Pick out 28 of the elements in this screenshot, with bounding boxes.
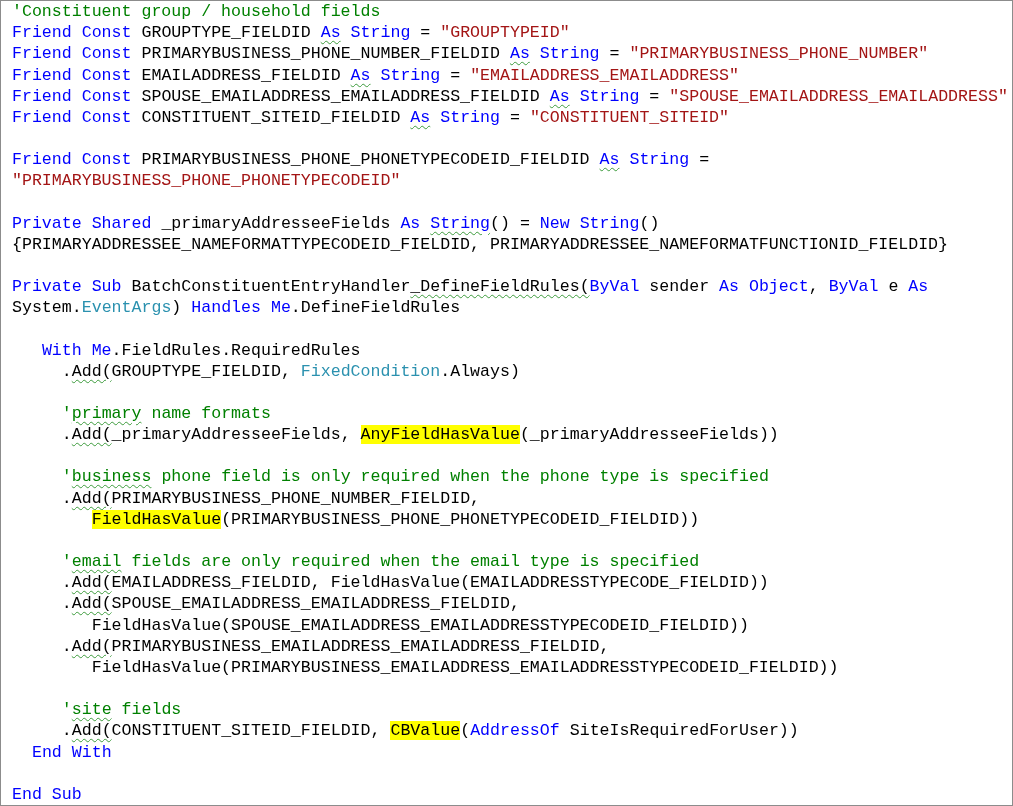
code-line: End With bbox=[30, 741, 113, 763]
code-comment: 'primary name formats bbox=[60, 402, 272, 425]
code-line: {PRIMARYADDRESSEE_NAMEFORMATTYPECODEID_FIELDID, PRIMARYADDRESSEE_NAMEFORMATFUNCTIONID_FIELDID} bbox=[12, 233, 950, 255]
code-line: .Add(EMAILADDRESS_FIELDID, FieldHasValue(EMAILADDRESSTYPECODE_FIELDID)) bbox=[60, 572, 770, 594]
code-line: Friend Const SPOUSE_EMAILADDRESS_EMAILADDRESS_FIELDID As String = "SPOUSE_EMAILADDRESS_EMAILADDRESS" bbox=[12, 85, 1009, 107]
code-line: .Add(SPOUSE_EMAILADDRESS_EMAILADDRESS_FIELDID, bbox=[60, 593, 521, 615]
code-line: .Add(PRIMARYBUSINESS_PHONE_NUMBER_FIELDID, bbox=[60, 487, 482, 509]
code-line: FieldHasValue(SPOUSE_EMAILADDRESS_EMAILADDRESSTYPECODEID_FIELDID)) bbox=[90, 614, 750, 636]
code-line: "PRIMARYBUSINESS_PHONE_PHONETYPECODEID" bbox=[12, 170, 402, 192]
code-line: End Sub bbox=[12, 783, 83, 805]
code-line: Private Sub BatchConstituentEntryHandler_DefineFieldRules(ByVal sender As Object, ByVal e As bbox=[12, 276, 930, 298]
code-comment: 'business phone field is only required when the phone type is specified bbox=[60, 466, 770, 488]
code-line: Friend Const CONSTITUENT_SITEID_FIELDID As String = "CONSTITUENT_SITEID" bbox=[12, 106, 731, 129]
code-comment: 'site fields bbox=[60, 699, 183, 721]
code-line: FieldHasValue(PRIMARYBUSINESS_EMAILADDRESS_EMAILADDRESSTYPECODEID_FIELDID)) bbox=[90, 656, 840, 679]
code-comment: 'Constituent group / household fields bbox=[12, 1, 382, 23]
code-line: Friend Const PRIMARYBUSINESS_PHONE_NUMBER_FIELDID As String = "PRIMARYBUSINESS_PHONE_NUMBER" bbox=[12, 43, 930, 65]
code-comment: 'email fields are only required when the email type is specified bbox=[60, 551, 701, 573]
code-line: With Me.FieldRules.RequiredRules bbox=[40, 339, 362, 361]
code-line: .Add(GROUPTYPE_FIELDID, FixedCondition.Always) bbox=[60, 360, 521, 382]
code-line: System.EventArgs) Handles Me.DefineFieldRules bbox=[12, 297, 462, 319]
code-line: Private Shared _primaryAddresseeFields As String() = New String() bbox=[12, 212, 661, 234]
code-line: .Add(PRIMARYBUSINESS_EMAILADDRESS_EMAILADDRESS_FIELDID, bbox=[60, 635, 611, 657]
code-line: FieldHasValue(PRIMARYBUSINESS_PHONE_PHONETYPECODEID_FIELDID)) bbox=[90, 508, 701, 530]
code-line: .Add(CONSTITUENT_SITEID_FIELDID, CBValue(AddressOf SiteIsRequiredForUser)) bbox=[60, 720, 800, 742]
code-line: Friend Const EMAILADDRESS_FIELDID As String = "EMAILADDRESS_EMAILADDRESS" bbox=[12, 64, 740, 86]
code-line: Friend Const GROUPTYPE_FIELDID As String = "GROUPTYPEID" bbox=[12, 22, 571, 44]
code-line: Friend Const PRIMARYBUSINESS_PHONE_PHONETYPECODEID_FIELDID As String = bbox=[12, 149, 711, 171]
